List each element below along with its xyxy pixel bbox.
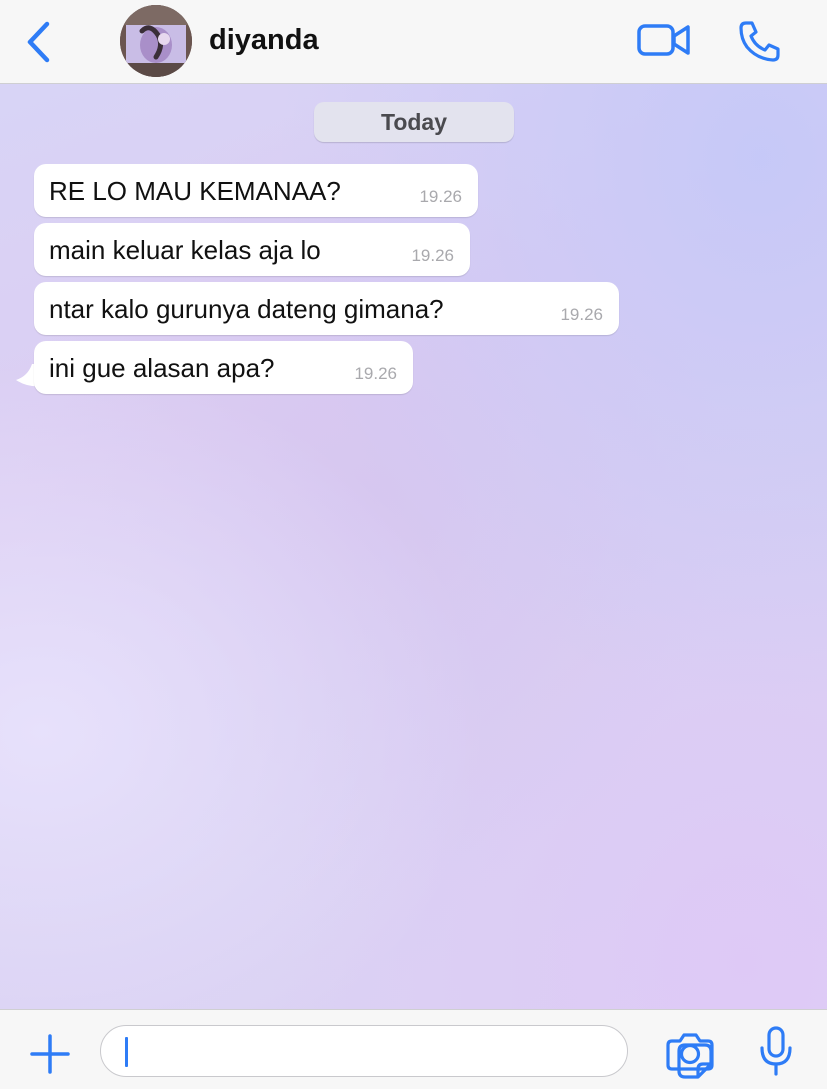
message-time: 19.26 <box>560 305 603 324</box>
avatar-photo <box>120 5 192 77</box>
voice-call-button[interactable] <box>738 19 782 63</box>
back-button[interactable] <box>22 20 56 64</box>
message-bubble[interactable]: ini gue alasan apa? 19.26 <box>34 341 413 394</box>
message-text: RE LO MAU KEMANAA? <box>49 176 341 206</box>
microphone-button[interactable] <box>758 1026 794 1078</box>
phone-icon <box>739 21 780 62</box>
message-time: 19.26 <box>411 246 454 265</box>
text-caret <box>125 1037 128 1067</box>
message-time: 19.26 <box>354 364 397 383</box>
chat-header: diyanda <box>0 0 827 84</box>
chat-area[interactable]: Today RE LO MAU KEMANAA? 19.26 main kelu… <box>0 84 827 1009</box>
message-text: ntar kalo gurunya dateng gimana? <box>49 294 444 324</box>
message-bubble[interactable]: main keluar kelas aja lo 19.26 <box>34 223 470 276</box>
microphone-icon <box>760 1026 792 1076</box>
message-time: 19.26 <box>419 187 462 206</box>
camera-button[interactable] <box>666 1032 714 1072</box>
plus-icon <box>30 1034 70 1074</box>
message-text: main keluar kelas aja lo <box>49 235 321 265</box>
avatar[interactable] <box>120 5 192 77</box>
message-bubble[interactable]: ntar kalo gurunya dateng gimana? 19.26 <box>34 282 619 335</box>
message-bubble[interactable]: RE LO MAU KEMANAA? 19.26 <box>34 164 478 217</box>
chevron-left-icon <box>27 21 50 63</box>
date-separator: Today <box>314 102 514 142</box>
message-composer <box>0 1009 827 1089</box>
camera-icon <box>666 1033 714 1071</box>
attach-button[interactable] <box>28 1032 72 1076</box>
video-camera-icon <box>637 24 690 56</box>
message-input[interactable] <box>100 1025 713 1079</box>
message-text: ini gue alasan apa? <box>49 353 275 383</box>
video-call-button[interactable] <box>636 20 692 60</box>
contact-name[interactable]: diyanda <box>209 24 319 57</box>
